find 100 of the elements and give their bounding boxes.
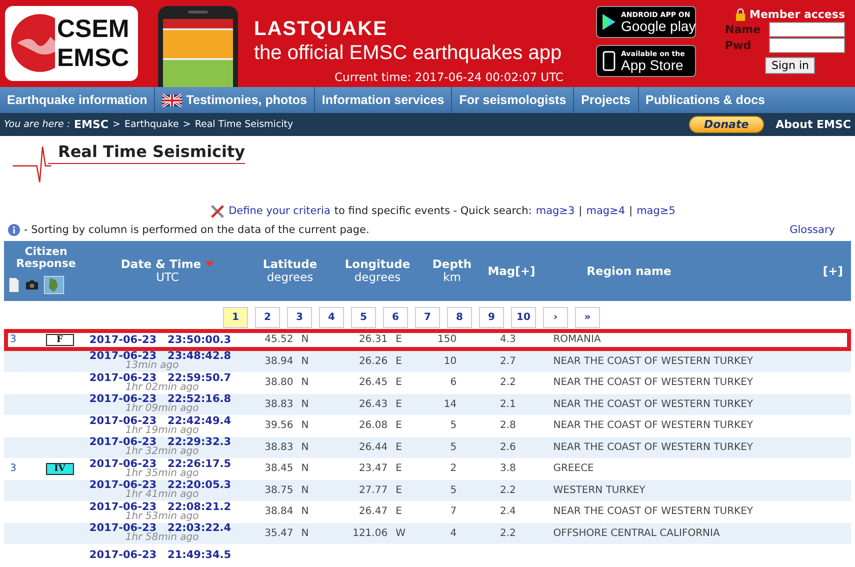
flag-icon (162, 94, 182, 106)
page-link[interactable]: 9 (479, 307, 504, 328)
column-header[interactable]: Latitude (262, 258, 318, 270)
table-cell: N (301, 506, 309, 518)
column-header[interactable]: Longitude (344, 258, 410, 270)
breadcrumb-link[interactable]: EMSC (74, 118, 109, 131)
page-link[interactable]: 3 (287, 307, 312, 328)
map-icon[interactable] (44, 276, 64, 294)
table-cell: NEAR THE COAST OF WESTERN TURKEY (553, 506, 754, 518)
table-cell: 4 (450, 528, 457, 539)
table-cell: 14 (444, 398, 457, 410)
table-row[interactable]: 3 IV 2017-06-23 22:26:17.5 1hr 35min ago 38.45 N 23.47 E 2 3.8 GREECE (4, 458, 851, 480)
password-field[interactable] (769, 38, 845, 53)
table-cell: GREECE (553, 463, 594, 474)
logo[interactable]: CSEM EMSC (5, 6, 138, 81)
column-header[interactable]: Citizen Response (8, 246, 84, 270)
event-date-link[interactable]: 2017-06-23 22:52:16.8 (89, 394, 232, 404)
page-link[interactable]: 5 (351, 307, 376, 328)
table-cell-text: 38.75 (264, 484, 294, 496)
table-row[interactable]: 2017-06-23 23:48:42.8 13min ago 38.94 N 26.26 E 10 2.7 NEAR THE COAST OF WESTERN TURKEY (4, 350, 851, 372)
event-date-link[interactable]: 2017-06-23 22:20:05.3 (89, 480, 232, 490)
time-ago: 13min ago (124, 361, 179, 372)
page-link[interactable]: » (575, 307, 600, 328)
event-date-link[interactable]: 2017-06-23 21:49:34.5 (89, 550, 232, 560)
table-cell-text: 23.47 (358, 463, 388, 474)
column-unit: km (443, 270, 461, 284)
member-access-title: Member access (750, 8, 845, 21)
page-link[interactable]: 10 (511, 307, 536, 328)
table-cell: OFFSHORE CENTRAL CALIFORNIA (553, 528, 720, 539)
page-link[interactable]: 1 (223, 307, 248, 328)
table-cell: E (396, 484, 402, 496)
table-cell: 2.1 (500, 398, 516, 410)
table-cell: NEAR THE COAST OF WESTERN TURKEY (553, 398, 754, 410)
table-cell: 5 (450, 442, 457, 453)
quick-search-link[interactable]: mag≥5 (636, 205, 676, 217)
column-header[interactable]: Mag[+] (488, 265, 536, 277)
column-header[interactable]: [+] (822, 265, 843, 277)
page-link[interactable]: 6 (383, 307, 408, 328)
table-row[interactable]: 2017-06-23 22:29:32.3 1hr 32min ago 38.83 N 26.44 E 5 2.6 NEAR THE COAST OF WESTERN TURKEY (4, 436, 851, 458)
quick-search-link[interactable]: mag≥4 (586, 205, 626, 217)
lock-icon (734, 8, 746, 21)
name-field[interactable] (769, 22, 845, 37)
nav-item[interactable]: Publications & docs (638, 87, 772, 113)
table-cell: NEAR THE COAST OF WESTERN TURKEY (553, 377, 754, 388)
page-link[interactable]: 7 (415, 307, 440, 328)
event-date-link[interactable]: 2017-06-23 22:29:32.3 (89, 437, 232, 448)
table-cell: 6 (450, 377, 457, 388)
table-cell: E (396, 420, 402, 432)
camera-icon[interactable] (26, 278, 38, 292)
sign-in-button[interactable]: Sign in (765, 57, 815, 74)
breadcrumb-link[interactable]: Real Time Seismicity (194, 119, 294, 130)
event-date-link[interactable]: 2017-06-23 23:48:42.8 (89, 351, 232, 362)
time-ago: 1hr 41min ago (124, 490, 199, 500)
column-header[interactable]: Depth (432, 258, 472, 270)
table-row[interactable]: 2017-06-23 22:59:50.7 1hr 02min ago 38.80 N 26.45 E 6 2.2 NEAR THE COAST OF WESTERN TURKEY (4, 372, 851, 394)
table-row[interactable]: 2017-06-23 22:03:22.4 1hr 58min ago 35.47 N 121.06 W 4 2.2 OFFSHORE CENTRAL CALIFORNIA (4, 522, 851, 544)
table-row[interactable]: 2017-06-23 22:52:16.8 1hr 09min ago 38.83 N 26.43 E 14 2.1 NEAR THE COAST OF WESTERN TURKEY (4, 394, 851, 415)
table-cell-text: 39.56 (264, 420, 294, 432)
event-date-link[interactable]: 2017-06-23 22:08:21.2 (89, 502, 232, 512)
column-header[interactable]: Region name (586, 265, 672, 277)
document-icon[interactable] (8, 278, 20, 292)
time-ago: 1hr 58min ago (124, 533, 199, 544)
event-date-link[interactable]: 2017-06-23 22:59:50.7 (89, 372, 232, 383)
table-row[interactable]: 2017-06-23 22:42:49.4 1hr 19min ago 39.56 N 26.08 E 5 2.8 NEAR THE COAST OF WESTERN TURKEY (4, 415, 851, 436)
page-link[interactable]: 8 (447, 307, 472, 328)
table-row[interactable]: 2017-06-23 21:49:34.5 (4, 544, 851, 566)
donate-button[interactable]: Donate (689, 116, 764, 133)
intensity-badge[interactable]: F (46, 334, 74, 346)
sort-down-icon (205, 261, 214, 267)
event-date-link[interactable]: 2017-06-23 22:26:17.5 (89, 458, 232, 469)
table-row[interactable]: 3 F 2017-06-23 23:50:00.3 45.52 N 26.31 E 150 4.3 ROMANIA (4, 329, 851, 350)
table-cell: W (396, 528, 406, 539)
define-criteria-link[interactable]: Define your criteria (228, 205, 330, 217)
table-row[interactable]: 2017-06-23 22:20:05.3 1hr 41min ago 38.75 N 27.77 E 5 2.2 WESTERN TURKEY (4, 480, 851, 501)
table-cell: N (301, 484, 309, 496)
table-row[interactable]: 2017-06-23 22:08:21.2 1hr 53min ago 38.84 N 26.47 E 7 2.4 NEAR THE COAST OF WESTERN TURKEY (4, 501, 851, 522)
table-cell: N (301, 356, 309, 367)
event-date-link[interactable]: 2017-06-23 22:42:49.4 (89, 416, 232, 426)
column-header[interactable]: Date & Time (120, 258, 214, 270)
app-subtitle: the official EMSC earthquakes app (254, 41, 563, 65)
table-cell: ROMANIA (553, 334, 601, 346)
table-cell: E (396, 442, 402, 453)
table-cell-text: 121.06 (352, 528, 388, 539)
time-ago: 1hr 35min ago (124, 468, 199, 479)
about-link[interactable]: About EMSC (776, 118, 851, 131)
table-cell-text: 38.80 (264, 377, 294, 388)
glossary-link[interactable]: Glossary (790, 224, 835, 236)
quick-search-link[interactable]: mag≥3 (536, 205, 575, 217)
page-link[interactable]: 4 (319, 307, 344, 328)
breadcrumb-link[interactable]: Earthquake (124, 119, 179, 130)
citizen-response-count[interactable]: 3 (10, 334, 16, 346)
intensity-badge[interactable]: IV (46, 462, 74, 475)
event-date-link[interactable]: 2017-06-23 23:50:00.3 (89, 334, 232, 345)
page-link[interactable]: › (543, 307, 568, 328)
page-link[interactable]: 2 (255, 307, 280, 328)
table-cell: E (396, 398, 402, 410)
table-cell: 7 (450, 506, 457, 518)
table-cell: E (396, 506, 402, 518)
event-date-link[interactable]: 2017-06-23 22:03:22.4 (89, 523, 232, 534)
citizen-response-count[interactable]: 3 (10, 463, 16, 474)
